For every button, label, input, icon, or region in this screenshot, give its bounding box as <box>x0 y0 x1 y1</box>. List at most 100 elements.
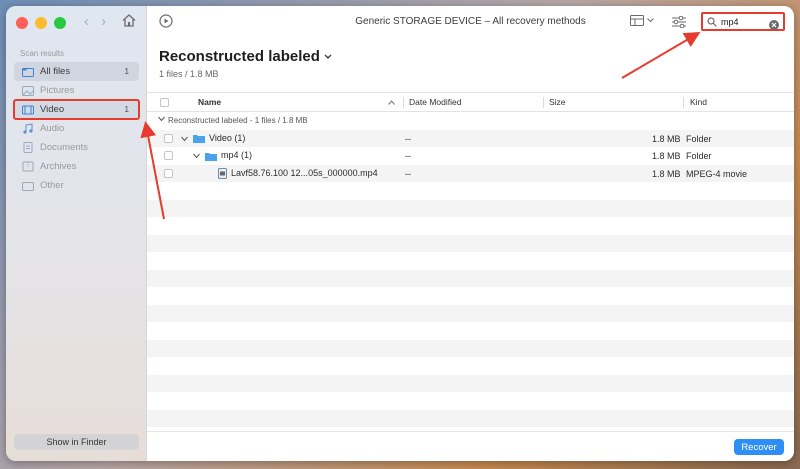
forward-arrow-icon[interactable]: › <box>101 13 106 30</box>
nav-arrows: ‹ › <box>84 13 106 30</box>
group-row[interactable]: Reconstructed labeled - 1 files / 1.8 MB <box>147 112 794 130</box>
empty-row <box>147 357 794 375</box>
column-kind[interactable]: Kind <box>690 97 707 107</box>
clear-search-icon[interactable] <box>769 17 779 35</box>
close-window-button[interactable] <box>16 17 28 29</box>
sidebar-item-label: Pictures <box>40 85 75 96</box>
empty-row <box>147 199 794 217</box>
sidebar: ‹ › Scan results All files 1 Pictures Vi… <box>6 6 147 461</box>
row-date: -- <box>405 133 411 144</box>
search-icon <box>707 16 717 27</box>
chevron-down-icon[interactable] <box>193 151 200 161</box>
empty-row <box>147 339 794 357</box>
row-date: -- <box>405 151 411 161</box>
sidebar-item-label: Other <box>40 180 64 191</box>
page-subtitle: 1 files / 1.8 MB <box>159 69 219 79</box>
row-name: Lavf58.76.100 12...05s_000000.mp4 <box>231 167 378 178</box>
empty-row <box>147 304 794 322</box>
video-icon <box>22 105 34 115</box>
column-separator <box>543 97 544 108</box>
sidebar-list: All files 1 Pictures Video 1 Audio Docum… <box>13 62 140 195</box>
list-view-icon <box>630 15 644 26</box>
row-checkbox[interactable] <box>164 133 173 145</box>
page-title: Reconstructed labeled <box>159 48 320 65</box>
window-controls <box>16 17 66 29</box>
search-input[interactable] <box>721 16 771 27</box>
minimize-window-button[interactable] <box>35 17 47 29</box>
main-content: Reconstructed labeled 1 files / 1.8 MB N… <box>147 38 794 461</box>
zoom-window-button[interactable] <box>54 17 66 29</box>
app-window: ‹ › Scan results All files 1 Pictures Vi… <box>6 6 794 461</box>
folder-icon <box>205 152 217 161</box>
row-checkbox[interactable] <box>164 151 173 162</box>
archive-icon <box>22 161 34 172</box>
sidebar-item-label: All files <box>40 66 71 77</box>
sidebar-item-other[interactable]: Other <box>14 176 139 195</box>
sidebar-item-label: Video <box>40 104 65 115</box>
sort-chevron-up-icon[interactable] <box>388 97 395 107</box>
empty-row <box>147 217 794 235</box>
column-date-modified[interactable]: Date Modified <box>409 97 461 107</box>
row-name-cell: mp4 (1) <box>205 150 252 161</box>
search-box[interactable] <box>701 12 785 31</box>
folder-icon <box>22 67 34 77</box>
bottom-bar: Recover <box>147 431 794 461</box>
chevron-down-icon <box>324 54 332 59</box>
sidebar-item-video[interactable]: Video 1 <box>13 99 140 120</box>
empty-row <box>147 409 794 427</box>
row-kind: Folder <box>686 151 712 161</box>
select-all-checkbox[interactable] <box>160 98 169 109</box>
sidebar-heading: Scan results <box>20 49 65 58</box>
row-checkbox[interactable] <box>164 168 173 180</box>
sidebar-item-label: Audio <box>40 123 65 134</box>
column-name[interactable]: Name <box>198 97 221 107</box>
row-name: mp4 (1) <box>221 150 253 160</box>
table-row[interactable]: Video (1) -- 1.8 MB Folder <box>147 129 794 147</box>
table-header: Name Date Modified Size Kind <box>147 92 794 112</box>
row-size: 1.8 MB <box>652 133 681 144</box>
row-name-cell: Video (1) <box>193 133 245 144</box>
toolbar: Generic STORAGE DEVICE – All recovery me… <box>122 6 794 38</box>
table-row[interactable]: Lavf58.76.100 12...05s_000000.mp4 -- 1.8… <box>147 164 794 182</box>
sidebar-item-audio[interactable]: Audio <box>14 119 139 138</box>
sidebar-item-documents[interactable]: Documents <box>14 138 139 157</box>
chevron-down-icon[interactable] <box>158 115 165 124</box>
sidebar-item-all-files[interactable]: All files 1 <box>14 62 139 81</box>
sidebar-item-label: Archives <box>40 161 77 172</box>
chevron-down-icon <box>647 18 654 23</box>
table-body: Reconstructed labeled - 1 files / 1.8 MB… <box>147 112 794 431</box>
empty-row <box>147 182 794 200</box>
home-icon[interactable] <box>122 14 136 32</box>
document-icon <box>22 142 34 153</box>
sidebar-item-pictures[interactable]: Pictures <box>14 81 139 100</box>
empty-row <box>147 287 794 305</box>
sidebar-item-label: Documents <box>40 142 89 153</box>
group-label: Reconstructed labeled - 1 files / 1.8 MB <box>168 116 308 125</box>
filter-sliders-icon[interactable] <box>672 15 686 33</box>
column-separator <box>683 97 684 108</box>
empty-row <box>147 234 794 252</box>
show-in-finder-button[interactable]: Show in Finder <box>14 434 139 450</box>
empty-row <box>147 322 794 340</box>
column-separator <box>403 97 404 108</box>
results-table: Name Date Modified Size Kind Reconstruct… <box>147 92 794 431</box>
folder-icon <box>22 181 34 191</box>
row-date: -- <box>405 168 411 179</box>
page-title-dropdown[interactable]: Reconstructed labeled <box>159 48 332 65</box>
view-mode-button[interactable] <box>630 15 654 26</box>
table-row[interactable]: mp4 (1) -- 1.8 MB Folder <box>147 147 794 165</box>
window-title: Generic STORAGE DEVICE – All recovery me… <box>355 16 586 27</box>
row-name-cell: Lavf58.76.100 12...05s_000000.mp4 <box>218 168 378 179</box>
empty-row <box>147 252 794 270</box>
row-size: 1.8 MB <box>652 168 681 179</box>
back-arrow-icon[interactable]: ‹ <box>84 13 89 30</box>
empty-row <box>147 374 794 392</box>
sidebar-item-count: 1 <box>124 105 129 114</box>
sidebar-item-archives[interactable]: Archives <box>14 157 139 176</box>
row-kind: MPEG-4 movie <box>686 168 748 179</box>
column-size[interactable]: Size <box>549 97 566 107</box>
chevron-down-icon[interactable] <box>181 134 188 144</box>
recover-button[interactable]: Recover <box>734 439 784 455</box>
picture-icon <box>22 85 34 96</box>
sidebar-item-count: 1 <box>124 67 129 76</box>
